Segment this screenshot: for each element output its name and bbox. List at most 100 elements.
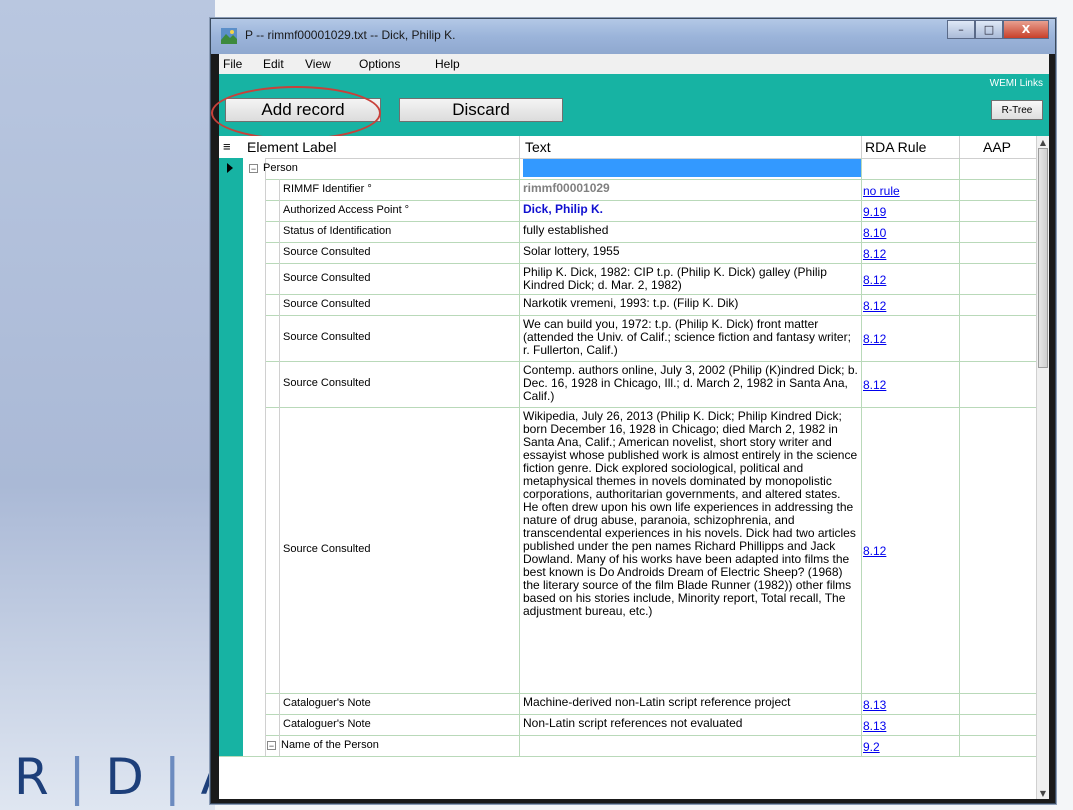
table-row[interactable]: Source Consulted We can build you, 1972: … xyxy=(219,315,1037,362)
row-text[interactable]: Non-Latin script references not evaluate… xyxy=(523,717,859,730)
discard-button[interactable]: Discard xyxy=(399,98,563,122)
title-bar[interactable]: P -- rimmf00001029.txt -- Dick, Philip K… xyxy=(211,19,1055,54)
table-row[interactable]: − Name of the Person 9.2 xyxy=(219,735,1037,757)
rda-rule-link[interactable]: 8.12 xyxy=(863,299,886,313)
row-selector[interactable] xyxy=(219,735,244,756)
menu-options[interactable]: Options xyxy=(359,57,400,71)
table-row[interactable]: Source Consulted Solar lottery, 1955 8.12 xyxy=(219,242,1037,264)
minimize-button[interactable]: – xyxy=(947,20,975,39)
rda-rule-link[interactable]: 9.2 xyxy=(863,740,880,754)
table-row[interactable]: RIMMF Identifier ° rimmf00001029 no rule xyxy=(219,179,1037,201)
row-selector[interactable] xyxy=(219,221,244,242)
column-element-label[interactable]: Element Label xyxy=(247,139,337,155)
table-row[interactable]: Status of Identification fully establishe… xyxy=(219,221,1037,243)
rtree-button[interactable]: R-Tree xyxy=(991,100,1043,120)
aap-cell[interactable] xyxy=(963,315,1037,361)
row-selector[interactable] xyxy=(219,263,244,294)
tree-indent xyxy=(243,361,266,407)
vertical-scrollbar[interactable]: ▲ ▼ xyxy=(1036,136,1049,799)
row-text[interactable]: Wikipedia, July 26, 2013 (Philip K. Dick… xyxy=(523,410,859,618)
row-text[interactable]: Solar lottery, 1955 xyxy=(523,245,859,258)
rda-rule-link[interactable]: no rule xyxy=(863,184,900,198)
table-row[interactable]: − Person xyxy=(219,158,1037,180)
selected-text-cell[interactable] xyxy=(523,159,861,177)
row-selector[interactable] xyxy=(219,242,244,263)
row-text[interactable]: Philip K. Dick, 1982: CIP t.p. (Philip K… xyxy=(523,266,859,292)
scroll-thumb[interactable] xyxy=(1038,148,1048,368)
rda-rule-link[interactable]: 8.10 xyxy=(863,226,886,240)
menu-file[interactable]: File xyxy=(223,57,242,71)
tree-indent xyxy=(243,200,266,221)
row-label: Source Consulted xyxy=(283,246,371,258)
row-selector[interactable] xyxy=(219,407,244,693)
aap-cell[interactable] xyxy=(963,263,1037,294)
tree-indent xyxy=(243,221,266,242)
row-selector[interactable] xyxy=(219,200,244,221)
column-aap[interactable]: AAP xyxy=(983,139,1011,155)
logo-letter-r: R xyxy=(14,748,51,806)
rda-rule-link[interactable]: 8.13 xyxy=(863,719,886,733)
row-text[interactable]: Dick, Philip K. xyxy=(523,203,859,216)
aap-cell[interactable] xyxy=(963,158,1037,179)
scroll-down-icon[interactable]: ▼ xyxy=(1037,787,1049,799)
row-selector[interactable] xyxy=(219,158,244,179)
rda-rule-link[interactable]: 8.12 xyxy=(863,544,886,558)
aap-cell[interactable] xyxy=(963,200,1037,221)
rda-rule-link[interactable]: 8.12 xyxy=(863,378,886,392)
aap-cell[interactable] xyxy=(963,221,1037,242)
row-text[interactable]: fully established xyxy=(523,224,859,237)
column-text[interactable]: Text xyxy=(525,139,551,155)
row-label: Person xyxy=(263,162,298,174)
table-row[interactable]: Source Consulted Narkotik vremeni, 1993: … xyxy=(219,294,1037,316)
maximize-button[interactable]: □ xyxy=(975,20,1003,39)
aap-cell[interactable] xyxy=(963,361,1037,407)
tree-indent xyxy=(243,693,266,714)
tree-indent xyxy=(243,294,266,315)
rda-rule-link[interactable]: 8.12 xyxy=(863,332,886,346)
record-grid: ≡ Element Label Text RDA Rule AAP − Perso… xyxy=(219,136,1049,799)
tree-indent xyxy=(243,179,266,200)
scroll-up-icon[interactable]: ▲ xyxy=(1037,136,1049,148)
collapse-icon[interactable]: − xyxy=(249,164,258,174)
table-row[interactable]: Source Consulted Philip K. Dick, 1982: CI… xyxy=(219,263,1037,295)
aap-cell[interactable] xyxy=(963,735,1037,756)
aap-cell[interactable] xyxy=(963,407,1037,693)
row-label: Source Consulted xyxy=(283,298,371,310)
row-selector[interactable] xyxy=(219,693,244,714)
menu-edit[interactable]: Edit xyxy=(263,57,284,71)
column-rda-rule[interactable]: RDA Rule xyxy=(865,139,926,155)
row-text[interactable]: rimmf00001029 xyxy=(523,182,859,195)
row-text[interactable]: Machine-derived non-Latin script referen… xyxy=(523,696,859,709)
aap-cell[interactable] xyxy=(963,242,1037,263)
slide-left-panel xyxy=(0,0,215,810)
table-row[interactable]: Cataloguer's Note Machine-derived non-Lat… xyxy=(219,693,1037,715)
rda-rule-link[interactable]: 8.12 xyxy=(863,273,886,287)
collapse-icon[interactable]: − xyxy=(267,741,276,751)
row-text[interactable]: Contemp. authors online, July 3, 2002 (P… xyxy=(523,364,859,403)
row-text[interactable]: Narkotik vremeni, 1993: t.p. (Filip K. D… xyxy=(523,297,859,310)
aap-cell[interactable] xyxy=(963,294,1037,315)
row-selector[interactable] xyxy=(219,315,244,361)
row-selector[interactable] xyxy=(219,294,244,315)
row-selector[interactable] xyxy=(219,714,244,735)
rda-rule-link[interactable]: 8.13 xyxy=(863,698,886,712)
row-selector[interactable] xyxy=(219,179,244,200)
menu-help[interactable]: Help xyxy=(435,57,460,71)
table-row[interactable]: Source Consulted Contemp. authors online,… xyxy=(219,361,1037,408)
row-label: Authorized Access Point ° xyxy=(283,204,410,216)
table-row[interactable]: Cataloguer's Note Non-Latin script refere… xyxy=(219,714,1037,736)
app-window: P -- rimmf00001029.txt -- Dick, Philip K… xyxy=(210,18,1056,804)
row-selector[interactable] xyxy=(219,361,244,407)
rda-rule-link[interactable]: 8.12 xyxy=(863,247,886,261)
table-row[interactable]: Authorized Access Point ° Dick, Philip K.… xyxy=(219,200,1037,222)
aap-cell[interactable] xyxy=(963,693,1037,714)
rda-rule-link[interactable]: 9.19 xyxy=(863,205,886,219)
menu-lines-icon[interactable]: ≡ xyxy=(223,139,231,154)
aap-cell[interactable] xyxy=(963,179,1037,200)
close-button[interactable]: X xyxy=(1003,20,1049,39)
aap-cell[interactable] xyxy=(963,714,1037,735)
table-row[interactable]: Source Consulted Wikipedia, July 26, 2013… xyxy=(219,407,1037,694)
logo-letter-d: D xyxy=(105,748,146,806)
menu-view[interactable]: View xyxy=(305,57,331,71)
row-text[interactable]: We can build you, 1972: t.p. (Philip K. … xyxy=(523,318,859,357)
